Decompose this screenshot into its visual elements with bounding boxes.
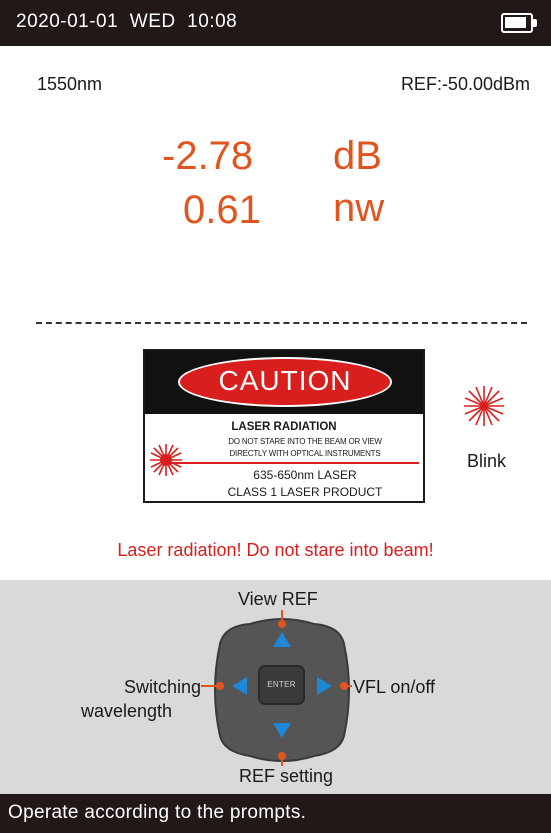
loss-value: -2.78 xyxy=(162,134,254,178)
caution-header-band: CAUTION xyxy=(145,351,423,414)
caution-heading: LASER RADIATION xyxy=(231,421,337,433)
status-bar: 2020-01-01 WED 10:08 xyxy=(0,0,551,46)
prompt-text: Operate according to the prompts. xyxy=(8,802,307,823)
left-leader-dot xyxy=(216,682,224,690)
laser-warning-text: Laser radiation! Do not stare into beam! xyxy=(117,540,434,560)
caution-line-2: DIRECTLY WITH OPTICAL INSTRUMENTS xyxy=(229,449,381,458)
caution-red-rule xyxy=(167,462,419,464)
right-leader-dot xyxy=(340,682,348,690)
caution-oval: CAUTION xyxy=(178,357,392,407)
switching-label: Switching xyxy=(123,677,201,697)
ref-setting-label: REF setting xyxy=(239,766,334,786)
caution-spec: 635-650nm LASER xyxy=(253,468,357,482)
wavelength-label: wavelength xyxy=(81,701,173,721)
laser-blink-icon xyxy=(464,386,504,426)
loss-unit: dB xyxy=(333,134,382,178)
battery-full-icon xyxy=(501,13,533,33)
battery-fill xyxy=(505,17,526,28)
status-time: 10:08 xyxy=(187,11,238,32)
dashed-divider xyxy=(36,322,527,324)
battery-tip xyxy=(533,19,537,27)
power-value: 0.61 xyxy=(183,188,261,232)
reference-readout: REF:-50.00dBm xyxy=(400,74,530,94)
down-leader-dot xyxy=(278,752,286,760)
vfl-label: VFL on/off xyxy=(353,677,436,697)
caution-class: CLASS 1 LASER PRODUCT xyxy=(227,485,383,499)
caution-line-1: DO NOT STARE INTO THE BEAM OR VIEW xyxy=(228,437,382,446)
blink-label: Blink xyxy=(467,451,507,471)
wavelength-readout: 1550nm xyxy=(37,74,103,94)
prompt-bar: Operate according to the prompts. xyxy=(0,794,551,833)
status-datetime: 2020-01-01 WED 10:08 xyxy=(16,11,237,33)
up-leader-dot xyxy=(278,620,286,628)
view-ref-label: View REF xyxy=(238,589,318,609)
status-date: 2020-01-01 xyxy=(16,11,119,32)
laser-caution-label: CAUTION LASER RADIATION DO NOT STARE INT… xyxy=(143,349,425,503)
power-unit: nw xyxy=(333,186,385,230)
status-weekday: WED xyxy=(129,11,176,32)
laser-starburst-icon xyxy=(150,444,182,476)
enter-button[interactable]: ENTER xyxy=(258,665,305,705)
